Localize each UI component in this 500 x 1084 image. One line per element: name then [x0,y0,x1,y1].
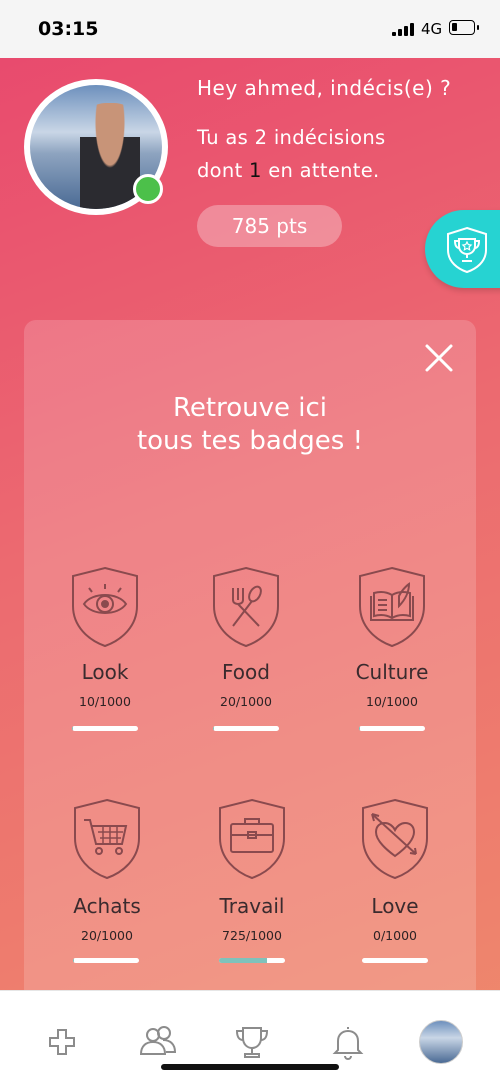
badge-food[interactable]: Food 20/1000 [176,566,316,746]
badge-progress-bar [72,726,138,731]
badge-name: Look [81,660,129,684]
badge-name: Love [371,894,419,918]
badge-progress-bar [359,726,425,731]
trophy-icon [235,1027,269,1058]
badge-name: Achats [73,894,141,918]
badge-name: Travail [219,894,285,918]
summary-line-1: Tu as 2 indécisions [197,126,386,149]
badge-culture[interactable]: Culture 10/1000 [322,566,462,746]
badge-progress-bar [362,958,428,963]
panel-title-line-2: tous tes badges ! [136,426,364,456]
badge-progress-bar [219,958,285,963]
summary-prefix: dont [197,159,250,182]
trophy-tab-button[interactable] [425,210,500,288]
tab-friends[interactable] [136,1020,180,1064]
status-bar: 03:15 4G [0,0,500,58]
panel-title: Retrouve ici tous tes badges ! [24,392,476,458]
tab-trophies[interactable] [230,1020,274,1064]
badge-score: 20/1000 [220,694,272,709]
signal-icon [392,22,414,36]
badge-name: Food [222,660,270,684]
badge-score: 725/1000 [222,928,282,943]
battery-icon [449,20,479,35]
network-type: 4G [421,20,443,38]
eye-icon [72,566,138,648]
panel-title-line-1: Retrouve ici [173,393,327,423]
badge-score: 0/1000 [373,928,417,943]
points-badge: 785 pts [197,205,342,247]
decision-summary: Tu as 2 indécisions dont 1 en attente. [197,121,385,187]
greeting-text: Hey ahmed, indécis(e) ? [197,76,452,100]
cart-icon [74,798,140,880]
home-indicator [161,1064,339,1070]
badge-love[interactable]: Love 0/1000 [325,798,465,978]
tab-notifications[interactable] [326,1020,370,1064]
badge-look[interactable]: Look 10/1000 [35,566,175,746]
bell-icon [332,1027,364,1061]
badge-progress-bar [213,726,279,731]
book-icon [359,566,425,648]
trophy-icon [447,226,487,274]
plus-icon [49,1029,75,1055]
tab-profile-avatar[interactable] [419,1020,463,1064]
briefcase-icon [219,798,285,880]
pending-count: 1 [249,159,262,182]
summary-suffix: en attente. [261,159,380,182]
summary-line-2: dont 1 en attente. [197,154,385,187]
badge-travail[interactable]: Travail 725/1000 [182,798,322,978]
status-time: 03:15 [38,18,99,40]
close-icon [425,344,453,372]
heart-arrow-icon [362,798,428,880]
tab-add[interactable] [40,1020,84,1064]
fork-spoon-icon [213,566,279,648]
badge-score: 20/1000 [81,928,133,943]
close-button[interactable] [424,343,454,373]
badge-score: 10/1000 [366,694,418,709]
badge-score: 10/1000 [79,694,131,709]
online-status-dot [133,174,163,204]
badge-achats[interactable]: Achats 20/1000 [37,798,177,978]
badge-name: Culture [355,660,429,684]
friends-icon [139,1026,177,1055]
badge-progress-bar [73,958,139,963]
